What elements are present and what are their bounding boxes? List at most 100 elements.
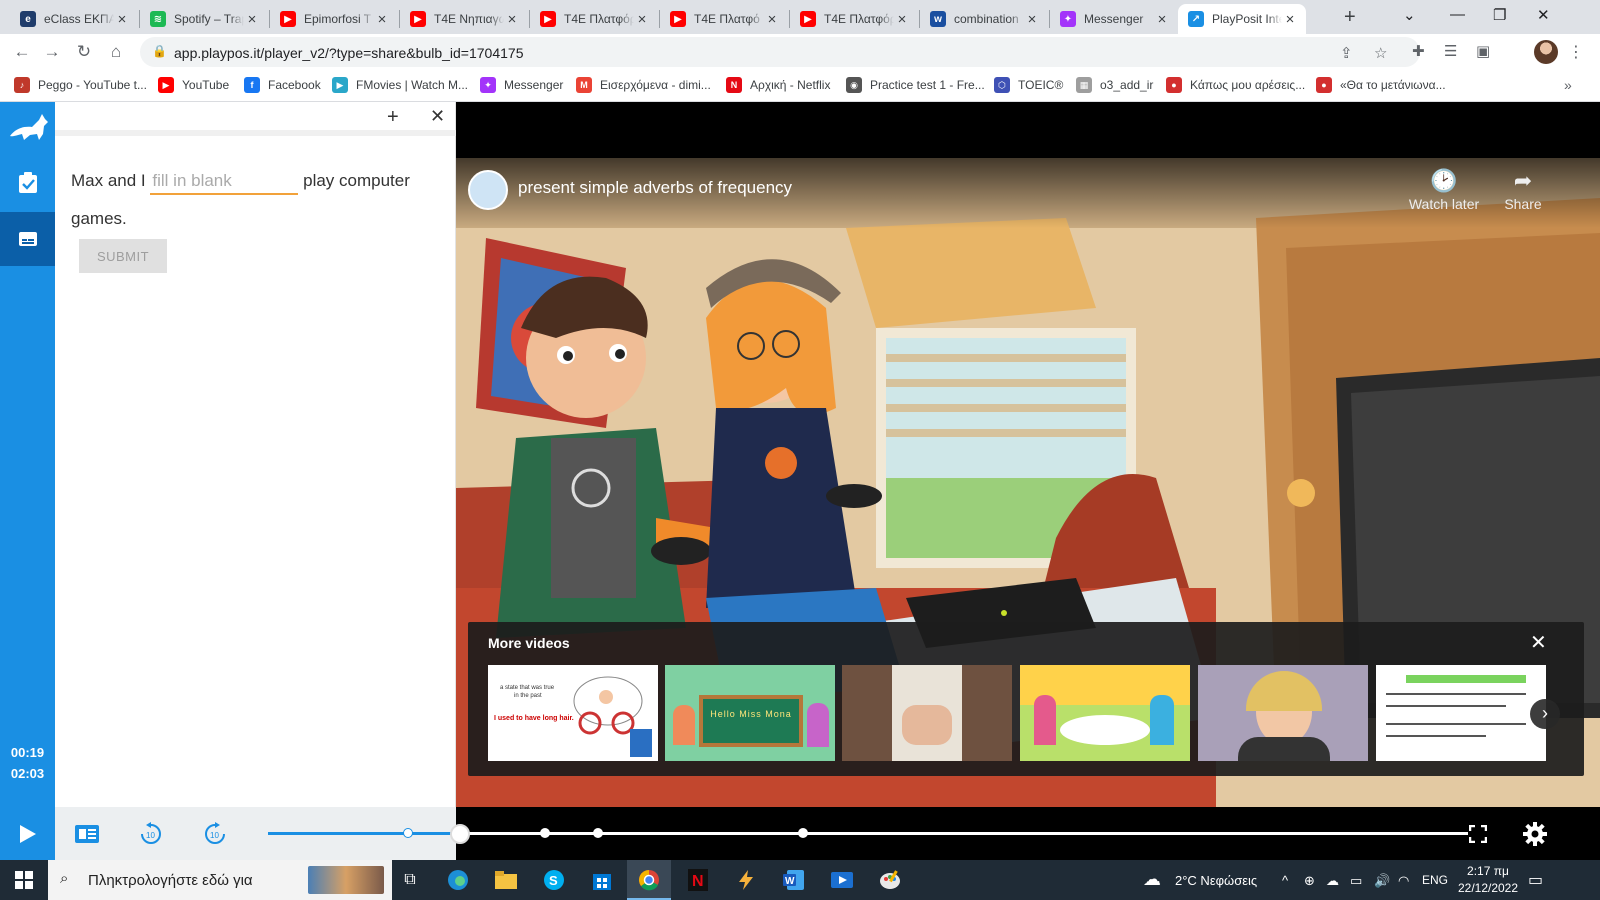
- close-tab-icon[interactable]: ×: [1282, 11, 1298, 28]
- bookmark-item[interactable]: ◉ Practice test 1 - Fre...: [846, 77, 985, 93]
- bookmark-item[interactable]: ⬡ TOEIC®: [994, 77, 1063, 93]
- rewind-10-icon[interactable]: 10: [136, 819, 166, 849]
- transcript-toggle-icon[interactable]: [72, 819, 102, 849]
- bookmark-item[interactable]: ▶ YouTube: [158, 77, 229, 93]
- submit-button[interactable]: SUBMIT: [79, 239, 167, 273]
- input-language[interactable]: ENG: [1422, 873, 1448, 887]
- winamp-icon[interactable]: [734, 868, 758, 892]
- address-bar[interactable]: 🔒 app.playpos.it/player_v2/?type=share&b…: [140, 37, 1420, 67]
- notifications-icon[interactable]: ▭: [1528, 870, 1543, 890]
- video-thumbnail[interactable]: [842, 665, 1012, 761]
- extensions-icon[interactable]: ✚: [1412, 42, 1425, 60]
- minimize-button[interactable]: —: [1450, 6, 1465, 23]
- video-thumbnail[interactable]: [1198, 665, 1368, 761]
- channel-avatar[interactable]: [468, 170, 508, 210]
- expand-icon[interactable]: +: [387, 106, 399, 129]
- clock-date[interactable]: 22/12/2022: [1450, 881, 1526, 895]
- video-thumbnail[interactable]: [1376, 665, 1546, 761]
- browser-tab[interactable]: w combination ×: [920, 4, 1048, 34]
- settings-gear-icon[interactable]: [1520, 819, 1550, 849]
- close-tab-icon[interactable]: ×: [374, 11, 390, 28]
- store-icon[interactable]: [590, 868, 614, 892]
- side-panel-icon[interactable]: ▣: [1476, 42, 1490, 60]
- skype-icon[interactable]: S: [542, 868, 566, 892]
- weather-text[interactable]: 2°C Νεφώσεις: [1175, 873, 1257, 888]
- fullscreen-icon[interactable]: [1463, 819, 1493, 849]
- play-button[interactable]: [0, 807, 55, 860]
- netflix-icon[interactable]: N: [686, 868, 710, 892]
- next-videos-arrow-icon[interactable]: ›: [1530, 699, 1560, 729]
- browser-tab[interactable]: ✦ Messenger ×: [1050, 4, 1178, 34]
- task-view-icon[interactable]: ⧉: [398, 868, 422, 892]
- maximize-button[interactable]: ❐: [1493, 6, 1506, 24]
- watch-later-button[interactable]: 🕑 Watch later: [1404, 168, 1484, 212]
- volume-icon[interactable]: 🔊: [1374, 873, 1390, 889]
- bookmark-item[interactable]: M Εισερχόμενα - dimi...: [576, 77, 711, 93]
- close-tab-icon[interactable]: ×: [764, 11, 780, 28]
- video-title[interactable]: present simple adverbs of frequency: [518, 178, 792, 198]
- reload-icon[interactable]: ↻: [72, 40, 96, 64]
- progress-played[interactable]: [268, 832, 456, 835]
- close-tab-icon[interactable]: ×: [634, 11, 650, 28]
- chrome-icon[interactable]: [637, 868, 661, 892]
- bookmark-item[interactable]: ✦ Messenger: [480, 77, 563, 93]
- video-thumbnail[interactable]: Hello Miss Mona: [665, 665, 835, 761]
- clock-time[interactable]: 2:17 πμ: [1458, 864, 1518, 878]
- bookmark-item[interactable]: ♪ Peggo - YouTube t...: [14, 77, 147, 93]
- back-icon[interactable]: ←: [10, 40, 34, 64]
- bookmark-item[interactable]: f Facebook: [244, 77, 321, 93]
- battery-icon[interactable]: ▭: [1350, 873, 1362, 889]
- video-thumbnail[interactable]: a state that was true in the past I used…: [488, 665, 658, 761]
- browser-tab[interactable]: ▶ T4E Νηπιαγω ×: [400, 4, 528, 34]
- tab-search-icon[interactable]: ⌄: [1403, 6, 1416, 24]
- video-thumbnail[interactable]: [1020, 665, 1190, 761]
- share-button[interactable]: ➦ Share: [1483, 168, 1563, 212]
- show-hidden-icons[interactable]: ^: [1282, 873, 1288, 888]
- bookmark-item[interactable]: N Αρχική - Netflix: [726, 77, 830, 93]
- question-marker[interactable]: [540, 828, 550, 838]
- file-explorer-icon[interactable]: [494, 868, 518, 892]
- edge-icon[interactable]: [446, 868, 470, 892]
- new-tab-button[interactable]: +: [1344, 6, 1356, 29]
- close-tab-icon[interactable]: ×: [1024, 11, 1040, 28]
- video-player[interactable]: present simple adverbs of frequency 🕑 Wa…: [456, 102, 1600, 807]
- wifi-icon[interactable]: ◠: [1398, 873, 1409, 889]
- taskbar-search[interactable]: ⌕ Πληκτρολογήστε εδώ για: [48, 860, 392, 900]
- browser-tab[interactable]: ≋ Spotify – Trap ×: [140, 4, 268, 34]
- browser-tab[interactable]: ▶ T4E Πλατφόρ ×: [530, 4, 658, 34]
- browser-tab[interactable]: ↗ PlayPosit Inte ×: [1178, 4, 1306, 34]
- more-bookmarks-icon[interactable]: »: [1564, 77, 1572, 93]
- forward-10-icon[interactable]: 10: [200, 819, 230, 849]
- menu-icon[interactable]: ⋮: [1568, 42, 1584, 62]
- profile-avatar[interactable]: [1534, 40, 1558, 64]
- fill-in-blank-input[interactable]: [150, 169, 299, 195]
- share-page-icon[interactable]: ⇪: [1340, 44, 1353, 62]
- browser-tab[interactable]: ▶ Epimorfosi T ×: [270, 4, 398, 34]
- word-icon[interactable]: W: [782, 868, 806, 892]
- close-tab-icon[interactable]: ×: [114, 11, 130, 28]
- assessment-icon[interactable]: [0, 156, 55, 210]
- bookmark-star-icon[interactable]: ☆: [1374, 44, 1387, 62]
- progress-remaining[interactable]: [456, 832, 1468, 835]
- bookmark-item[interactable]: ▦ o3_add_ir: [1076, 77, 1153, 93]
- close-tab-icon[interactable]: ×: [894, 11, 910, 28]
- bookmark-item[interactable]: ● Κάπως μου αρέσεις...: [1166, 77, 1305, 93]
- close-window-button[interactable]: ✕: [1537, 6, 1550, 24]
- reading-list-icon[interactable]: ☰: [1444, 42, 1457, 60]
- question-marker[interactable]: [593, 828, 603, 838]
- close-tab-icon[interactable]: ×: [244, 11, 260, 28]
- windows-start-icon[interactable]: [12, 868, 36, 892]
- close-tab-icon[interactable]: ×: [504, 11, 520, 28]
- weather-cloud-icon[interactable]: ☁: [1143, 869, 1161, 890]
- forward-icon[interactable]: →: [40, 40, 64, 64]
- progress-scrubber[interactable]: [450, 824, 470, 844]
- browser-tab[interactable]: ▶ T4E Πλατφό ×: [660, 4, 788, 34]
- close-panel-icon[interactable]: ✕: [430, 106, 445, 127]
- video-app-icon[interactable]: [830, 868, 854, 892]
- bookmark-item[interactable]: ● «Θα το μετάνιωνα...: [1316, 77, 1446, 93]
- question-marker[interactable]: [403, 828, 413, 838]
- close-tab-icon[interactable]: ×: [1154, 11, 1170, 28]
- transcript-icon[interactable]: [0, 212, 55, 266]
- browser-tab[interactable]: e eClass ΕΚΠΑ ×: [10, 4, 138, 34]
- paint-icon[interactable]: [878, 868, 902, 892]
